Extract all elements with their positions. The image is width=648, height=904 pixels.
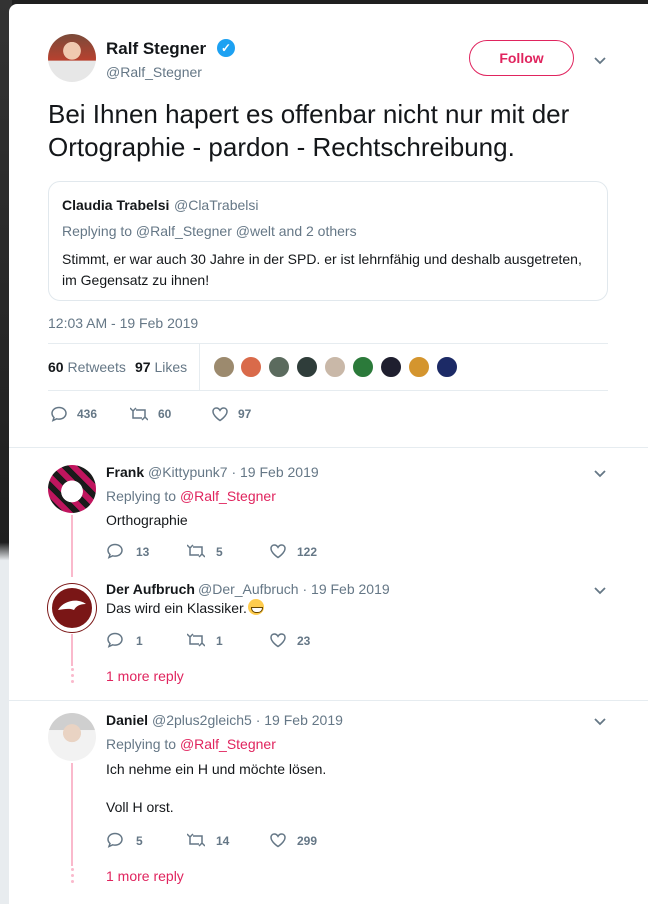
like-count: 23 bbox=[297, 634, 311, 648]
replying-to-prefix: Replying to bbox=[106, 736, 180, 752]
likes-count: 97 bbox=[135, 359, 151, 375]
verified-icon: ✓ bbox=[217, 39, 235, 57]
divider bbox=[9, 700, 648, 701]
reply-icon[interactable] bbox=[106, 831, 124, 849]
reply-avatar[interactable] bbox=[48, 713, 96, 761]
liker-avatar[interactable] bbox=[239, 355, 263, 379]
replying-to-handle[interactable]: @Ralf_Stegner bbox=[180, 488, 276, 504]
reply-avatar[interactable] bbox=[48, 584, 96, 632]
like-icon[interactable] bbox=[269, 831, 287, 849]
smile-emoji-icon bbox=[247, 599, 264, 615]
likes-label: Likes bbox=[154, 359, 188, 375]
reply-count: 13 bbox=[136, 545, 150, 559]
reply-avatar[interactable] bbox=[48, 465, 96, 513]
liker-avatar[interactable] bbox=[379, 355, 403, 379]
chevron-down-icon[interactable] bbox=[593, 469, 607, 479]
like-count: 299 bbox=[297, 834, 318, 848]
reply-text: Orthographie bbox=[106, 512, 188, 528]
follow-button[interactable]: Follow bbox=[469, 40, 574, 76]
reply-text-line: Voll H orst. bbox=[106, 799, 174, 815]
reply-author-name[interactable]: Frank bbox=[106, 464, 144, 480]
stats-separator bbox=[199, 344, 200, 390]
author-handle[interactable]: @Ralf_Stegner bbox=[106, 64, 202, 80]
liker-avatar[interactable] bbox=[267, 355, 291, 379]
thread-line bbox=[71, 634, 73, 666]
reply-text: Das wird ein Klassiker. bbox=[106, 598, 264, 618]
author-name[interactable]: Ralf Stegner bbox=[106, 39, 206, 59]
tweet-timestamp[interactable]: 12:03 AM - 19 Feb 2019 bbox=[48, 315, 198, 331]
retweet-icon[interactable] bbox=[187, 631, 205, 649]
retweet-icon[interactable] bbox=[130, 405, 148, 423]
reply-author-name[interactable]: Daniel bbox=[106, 712, 148, 728]
retweet-count: 14 bbox=[216, 834, 230, 848]
retweet-count: 5 bbox=[216, 545, 223, 559]
reply-text-content: Das wird ein Klassiker. bbox=[106, 600, 247, 616]
like-icon[interactable] bbox=[269, 542, 287, 560]
quote-author-handle: @ClaTrabelsi bbox=[174, 197, 259, 213]
author-avatar[interactable] bbox=[48, 34, 96, 82]
liker-avatar[interactable] bbox=[351, 355, 375, 379]
replying-to-handle[interactable]: @Ralf_Stegner bbox=[180, 736, 276, 752]
retweet-icon[interactable] bbox=[187, 542, 205, 560]
chevron-down-icon[interactable] bbox=[593, 56, 607, 66]
retweets-label: Retweets bbox=[67, 359, 126, 375]
tweet-card: Ralf Stegner ✓ @Ralf_Stegner Follow Bei … bbox=[9, 4, 648, 904]
reply-count: 5 bbox=[136, 834, 143, 848]
thread-dots bbox=[70, 868, 74, 884]
eagle-logo-icon bbox=[58, 600, 86, 610]
thread-line bbox=[71, 515, 73, 577]
reply-icon[interactable] bbox=[106, 542, 124, 560]
quote-author-name: Claudia Trabelsi bbox=[62, 197, 170, 213]
like-count: 122 bbox=[297, 545, 318, 559]
retweet-count: 1 bbox=[216, 634, 223, 648]
more-replies-link[interactable]: 1 more reply bbox=[106, 668, 184, 684]
divider bbox=[9, 447, 648, 448]
chevron-down-icon[interactable] bbox=[593, 717, 607, 727]
thread-line bbox=[71, 763, 73, 866]
thread-dots bbox=[70, 668, 74, 684]
like-count: 97 bbox=[238, 407, 252, 421]
like-icon[interactable] bbox=[211, 405, 229, 423]
reply-meta[interactable]: @2plus2gleich5 · 19 Feb 2019 bbox=[152, 712, 343, 728]
retweet-icon[interactable] bbox=[187, 831, 205, 849]
reply-count: 436 bbox=[77, 407, 98, 421]
quote-text: Stimmt, er war auch 30 Jahre in der SPD.… bbox=[62, 251, 582, 288]
reply-author-name[interactable]: Der Aufbruch bbox=[106, 581, 195, 597]
chevron-down-icon[interactable] bbox=[593, 586, 607, 596]
quote-replying-to: Replying to @Ralf_Stegner @welt and 2 ot… bbox=[62, 223, 357, 239]
divider bbox=[48, 343, 608, 344]
retweets-stat[interactable]: 60 Retweets bbox=[48, 359, 126, 375]
retweets-count: 60 bbox=[48, 359, 64, 375]
reply-count: 1 bbox=[136, 634, 143, 648]
quoted-tweet[interactable]: Claudia Trabelsi @ClaTrabelsi Replying t… bbox=[48, 181, 608, 301]
replying-to: Replying to @Ralf_Stegner bbox=[106, 488, 276, 504]
liker-avatar[interactable] bbox=[323, 355, 347, 379]
liker-avatar[interactable] bbox=[295, 355, 319, 379]
reply-icon[interactable] bbox=[50, 405, 68, 423]
divider bbox=[48, 390, 608, 391]
likes-stat[interactable]: 97 Likes bbox=[135, 359, 187, 375]
reply-icon[interactable] bbox=[106, 631, 124, 649]
reply-meta[interactable]: @Der_Aufbruch · 19 Feb 2019 bbox=[198, 581, 390, 597]
liker-avatar[interactable] bbox=[212, 355, 236, 379]
tweet-text: Bei Ihnen hapert es offenbar nicht nur m… bbox=[48, 99, 570, 162]
retweet-count: 60 bbox=[158, 407, 172, 421]
reply-meta[interactable]: @Kittypunk7 · 19 Feb 2019 bbox=[148, 464, 319, 480]
more-replies-link[interactable]: 1 more reply bbox=[106, 868, 184, 884]
replying-to: Replying to @Ralf_Stegner bbox=[106, 736, 276, 752]
reply-text-line: Ich nehme ein H und möchte lösen. bbox=[106, 761, 327, 777]
liker-avatar[interactable] bbox=[407, 355, 431, 379]
liker-avatar[interactable] bbox=[435, 355, 459, 379]
replying-to-prefix: Replying to bbox=[106, 488, 180, 504]
like-icon[interactable] bbox=[269, 631, 287, 649]
